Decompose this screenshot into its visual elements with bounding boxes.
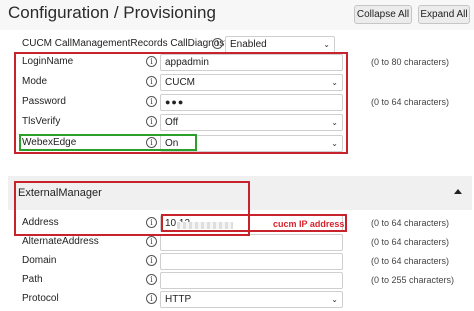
length-hint: (0 to 64 characters) [371,218,450,228]
domain-input[interactable] [160,253,343,270]
length-hint: (0 to 64 characters) [371,256,450,266]
expand-all-button[interactable]: Expand All [418,5,470,24]
setting-label: Protocol [22,293,59,304]
info-icon[interactable]: i [146,274,157,285]
length-hint: (0 to 80 characters) [371,57,450,67]
alternateaddress-input[interactable] [160,234,343,251]
highlight-box-green [19,134,197,151]
setting-row-path: Path i (0 to 255 characters) [8,271,472,291]
setting-label: Path [22,274,43,285]
page-title: Configuration / Provisioning [8,3,216,22]
setting-row-alternateaddress: AlternateAddress i (0 to 64 characters) [8,233,472,253]
length-hint: (0 to 255 characters) [371,275,455,285]
select-value: Enabled [230,39,267,50]
setting-label: Domain [22,255,57,266]
info-icon[interactable]: i [212,38,223,49]
length-hint: (0 to 64 characters) [371,97,450,107]
setting-label: CUCM CallManagementRecords CallDiagnosti… [22,38,240,49]
caret-up-icon[interactable] [454,189,462,194]
select-value: HTTP [165,294,192,305]
setting-row-protocol: Protocol i HTTP ⌄ [8,290,472,310]
chevron-down-icon: ⌄ [323,40,330,49]
top-bar: Configuration / Provisioning Collapse Al… [0,0,474,30]
setting-label: AlternateAddress [22,236,99,247]
length-hint: (0 to 64 characters) [371,237,450,247]
callmanagementrecords-select[interactable]: Enabled ⌄ [225,36,335,53]
info-icon[interactable]: i [146,236,157,247]
setting-row-domain: Domain i (0 to 64 characters) [8,252,472,272]
protocol-select[interactable]: HTTP ⌄ [160,291,343,308]
info-icon[interactable]: i [146,255,157,266]
chevron-down-icon: ⌄ [331,295,338,304]
path-input[interactable] [160,272,343,289]
info-icon[interactable]: i [146,293,157,304]
highlight-box-red [161,214,347,232]
collapse-all-button[interactable]: Collapse All [354,5,412,24]
